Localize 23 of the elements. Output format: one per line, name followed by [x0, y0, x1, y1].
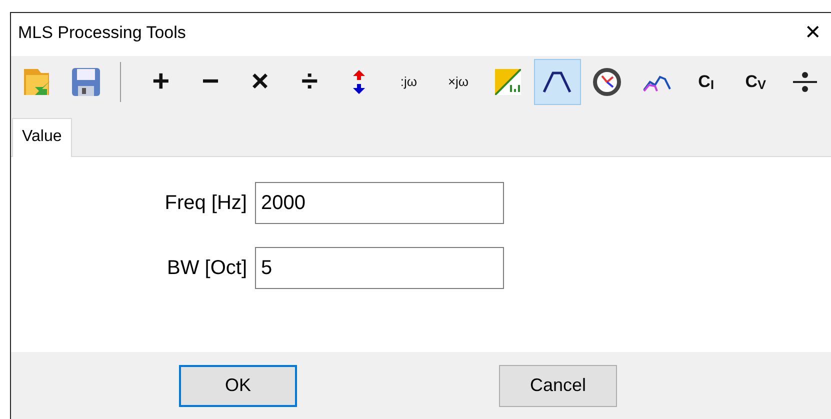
- dialog-button[interactable]: Cancel: [499, 364, 617, 406]
- toolbar-button[interactable]: ×jω: [434, 58, 482, 104]
- tab[interactable]: Value: [12, 118, 72, 157]
- toolbar-button[interactable]: C$_{V}$: [732, 58, 780, 104]
- toolbar-button[interactable]: +: [137, 58, 185, 104]
- toolbar-button[interactable]: C$_{I}$: [682, 58, 730, 104]
- bandpass-curve-icon: [542, 70, 572, 92]
- toolbar-button[interactable]: ×: [236, 58, 284, 104]
- input-field[interactable]: 2000: [255, 182, 504, 224]
- up-down-arrows-icon: [353, 70, 366, 94]
- toolbar-button[interactable]: −: [186, 58, 234, 104]
- divide-line-icon: [792, 70, 818, 94]
- close-button[interactable]: ✕: [795, 18, 831, 48]
- field-label: Freq [Hz]: [164, 191, 248, 216]
- toolbar-button[interactable]: ÷: [286, 58, 334, 104]
- input-field[interactable]: 5: [255, 247, 504, 289]
- window-title: MLS Processing Tools: [18, 22, 186, 44]
- toolbar-button[interactable]: [534, 58, 582, 104]
- spl-chart-icon: [494, 68, 521, 94]
- clock-icon: [592, 68, 621, 96]
- toolbar-button[interactable]: :jω: [384, 58, 432, 104]
- field-label: BW [Oct]: [166, 256, 248, 281]
- dialog-button[interactable]: OK: [179, 364, 297, 406]
